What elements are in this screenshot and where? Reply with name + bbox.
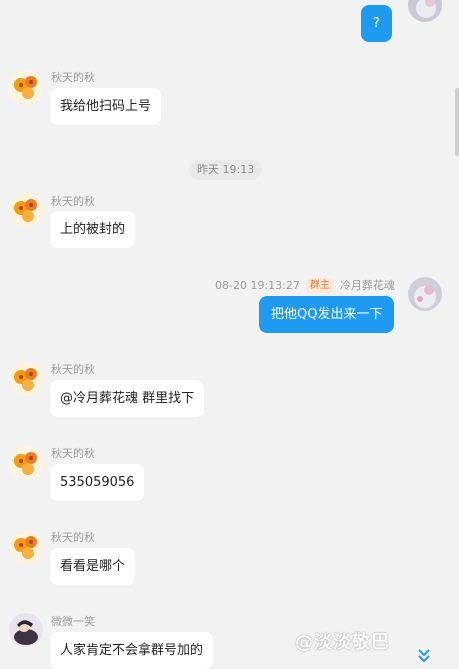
sender-name: 秋天的秋 [51,531,95,544]
avatar[interactable] [9,530,43,564]
message-bubble-out[interactable]: ? [361,5,392,42]
watermark: @淡淡敬巴 [295,632,390,653]
scroll-to-bottom-button[interactable] [414,648,434,664]
avatar[interactable] [408,277,442,311]
sender-name: 秋天的秋 [51,363,95,376]
sender-name: 秋天的秋 [51,195,95,208]
avatar[interactable] [9,362,43,396]
sender-header: 08-20 19:13:27 群主 冷月葬花魂 [215,277,395,293]
double-chevron-down-icon [418,649,430,663]
message-bubble[interactable]: 上的被封的 [50,211,136,248]
avatar[interactable] [9,446,43,480]
sender-name: 冷月葬花魂 [339,279,395,292]
avatar[interactable] [408,0,442,22]
sender-name: 秋天的秋 [51,447,95,460]
sender-name: 微微一笑 [51,615,95,628]
avatar[interactable] [9,70,43,104]
time-separator: 昨天 19:13 [189,160,263,180]
message-bubble[interactable]: 看看是哪个 [50,548,136,585]
scrollbar[interactable] [455,88,459,156]
message-bubble[interactable]: 535059056 [50,464,145,501]
message-bubble[interactable]: 人家肯定不会拿群号加的 [50,632,214,669]
message-bubble[interactable]: @冷月葬花魂 群里找下 [50,380,205,417]
message-timestamp: 08-20 19:13:27 [215,278,300,292]
sender-name: 秋天的秋 [51,71,95,84]
message-bubble-out[interactable]: 把他QQ发出来一下 [259,296,395,333]
group-owner-badge: 群主 [305,277,334,293]
message-bubble[interactable]: 我给他扫码上号 [50,88,162,125]
avatar[interactable] [9,613,43,647]
avatar[interactable] [9,193,43,227]
